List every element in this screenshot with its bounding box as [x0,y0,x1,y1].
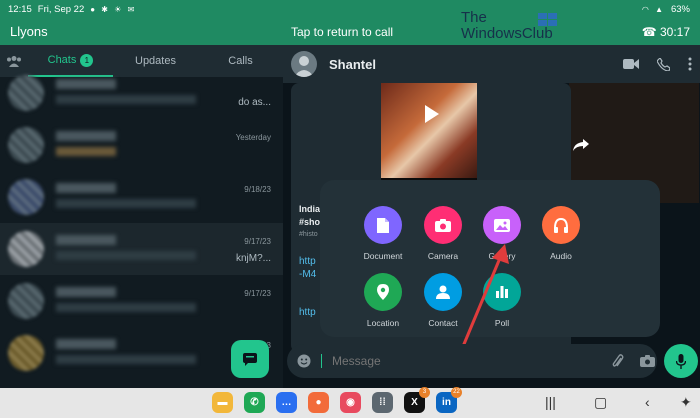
status-time: 12:15 [8,3,32,15]
chat-item-body: 9/17/23 knjM?... [56,229,283,269]
new-chat-icon [243,353,257,366]
chat-list-item[interactable]: Yesterday [0,119,283,171]
app-drawer-icon[interactable]: ⁞⁞ [372,392,393,413]
chat-item-body: 9/17/23 [56,281,283,321]
account-name: Llyons [10,24,48,39]
x-notification-badge: 3 [419,387,430,398]
emoji-icon[interactable] [297,354,311,368]
chat-preview-blurred [56,251,196,260]
chat-time: 9/17/23 [244,289,271,298]
chat-preview-blurred [56,95,196,104]
composer [283,340,700,386]
avatar [8,127,44,163]
mic-button[interactable] [664,344,698,378]
chat-time: 9/18/23 [244,185,271,194]
recent-apps-icon[interactable]: ||| [545,394,556,410]
annotation-arrow [452,244,509,369]
status-date: Fri, Sep 22 [37,3,85,15]
chat-time: 9/17/23 [244,237,271,246]
back-icon[interactable]: ‹ [645,394,650,410]
avatar [8,75,44,111]
account-header: Llyons [0,18,283,45]
chat-preview-blurred [56,355,196,364]
avatar [8,231,44,267]
contacts-app-icon[interactable]: ● [308,392,329,413]
wifi-signal-icon: ◠ ▲ [641,4,665,14]
home-icon[interactable]: ▢ [594,394,607,411]
unread-badge: 1 [80,53,94,67]
avatar [8,179,44,215]
battery-level: 63% [670,3,690,15]
linkedin-app-icon[interactable]: in 22 [436,387,462,413]
chat-list-item[interactable]: 9/17/23 knjM?... [0,223,283,275]
chat-preview-blurred [56,199,196,208]
chat-name-blurred [56,183,116,193]
accessibility-icon[interactable]: ✦ [680,394,692,411]
new-chat-button[interactable] [231,340,269,378]
chat-name-blurred [56,131,116,141]
phone-app-icon[interactable]: ✆ [244,392,265,413]
chats-pane: Llyons Chats 1 Updates Calls do as... Ye… [0,18,283,388]
status-notification-icons: ● ✱ ☀ ✉ [90,4,137,14]
tab-chats-label: Chats [47,54,77,66]
message-input[interactable] [332,354,562,368]
communities-icon[interactable] [0,55,28,67]
chat-name-blurred [56,287,116,297]
text-cursor [321,354,322,368]
chat-list-item[interactable]: do as... [0,67,283,119]
screen: 12:15 Fri, Sep 22 ● ✱ ☀ ✉ ◠ ▲ 63% Llyons… [0,0,700,418]
chat-name-blurred [56,339,116,349]
status-bar: 12:15 Fri, Sep 22 ● ✱ ☀ ✉ ◠ ▲ 63% [0,0,700,18]
mic-icon [676,353,686,369]
chat-preview-blurred [56,147,116,156]
messages-app-icon[interactable]: … [276,392,297,413]
chat-snippet: do as... [238,97,271,108]
chat-list-item[interactable]: 9/18/23 [0,171,283,223]
chat-list: do as... Yesterday 9/18/23 9/17/23 knjM?… [0,67,283,379]
screen-recorder-app-icon[interactable]: ◉ [340,392,361,413]
chat-item-body: do as... [56,73,283,113]
chat-name-blurred [56,235,116,245]
chat-preview-blurred [56,303,196,312]
chat-item-body: Yesterday [56,125,283,165]
app-dock: ▬ ✆ … ● ◉ ⁞⁞ X3 in 22 [212,387,462,413]
chat-time: Yesterday [235,133,271,142]
watermark-logo-icon [538,13,557,26]
chat-list-item[interactable]: 9/17/23 [0,275,283,327]
chat-name-blurred [56,79,116,89]
linkedin-notification-badge: 22 [451,387,462,398]
avatar [8,283,44,319]
x-app-icon[interactable]: X3 [404,387,430,413]
message-input-container[interactable] [287,344,657,378]
tab-calls-label: Calls [228,55,253,67]
camera-icon[interactable] [640,355,655,367]
status-left: 12:15 Fri, Sep 22 ● ✱ ☀ ✉ [0,0,283,18]
conversation-pane: Tap to return to call ☎ 30:17 Shantel In… [283,18,700,388]
chat-snippet: knjM?... [235,253,271,264]
chat-item-body: 9/18/23 [56,177,283,217]
paperclip-icon[interactable] [612,353,624,369]
avatar [8,335,44,371]
files-app-icon[interactable]: ▬ [212,392,233,413]
watermark-line2: WindowsClub [461,25,553,42]
tab-updates-label: Updates [135,55,176,67]
system-navigation-bar: ▬ ✆ … ● ◉ ⁞⁞ X3 in 22 ||| ▢ ‹ ✦ [0,387,700,418]
